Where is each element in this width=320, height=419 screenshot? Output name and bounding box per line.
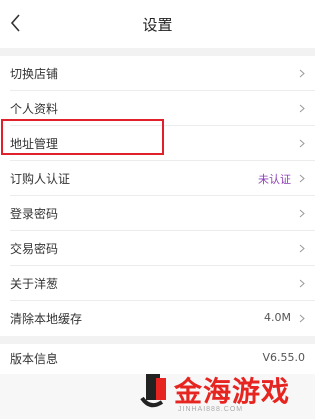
settings-item-label: 切换店铺	[10, 67, 59, 81]
settings-item-label: 版本信息	[10, 352, 59, 366]
settings-item-buyer-verification[interactable]: 订购人认证 未认证	[0, 161, 315, 196]
chevron-right-icon	[299, 69, 305, 78]
chevron-right-icon	[299, 209, 305, 218]
highlight-box	[1, 119, 164, 155]
settings-item-switch-store[interactable]: 切换店铺	[0, 56, 315, 91]
settings-item-login-password[interactable]: 登录密码	[0, 196, 315, 231]
section-divider	[0, 48, 315, 56]
chevron-right-icon	[299, 279, 305, 288]
settings-item-label: 清除本地缓存	[10, 312, 83, 326]
watermark: 金海游戏 JINHAI888.COM	[140, 370, 310, 418]
chevron-right-icon	[299, 139, 305, 148]
settings-item-label: 关于洋葱	[10, 277, 59, 291]
watermark-url: JINHAI888.COM	[178, 406, 244, 413]
header: 设置	[0, 0, 315, 48]
settings-item-label: 订购人认证	[10, 172, 71, 186]
chevron-right-icon	[299, 314, 305, 323]
watermark-logo-icon	[140, 374, 166, 408]
chevron-right-icon	[299, 104, 305, 113]
settings-item-about[interactable]: 关于洋葱	[0, 266, 315, 301]
settings-item-clear-cache[interactable]: 清除本地缓存 4.0M	[0, 301, 315, 336]
verification-status: 未认证	[258, 173, 291, 186]
page-title: 设置	[142, 16, 173, 34]
chevron-right-icon	[299, 244, 305, 253]
section-divider	[0, 336, 315, 344]
version-number: V6.55.0	[262, 351, 305, 364]
settings-item-label: 交易密码	[10, 242, 59, 256]
settings-item-label: 个人资料	[10, 102, 59, 116]
settings-item-trade-password[interactable]: 交易密码	[0, 231, 315, 266]
chevron-right-icon	[299, 174, 305, 183]
watermark-text: 金海游戏	[174, 375, 291, 408]
cache-size: 4.0M	[264, 311, 291, 324]
settings-item-label: 登录密码	[10, 207, 59, 221]
